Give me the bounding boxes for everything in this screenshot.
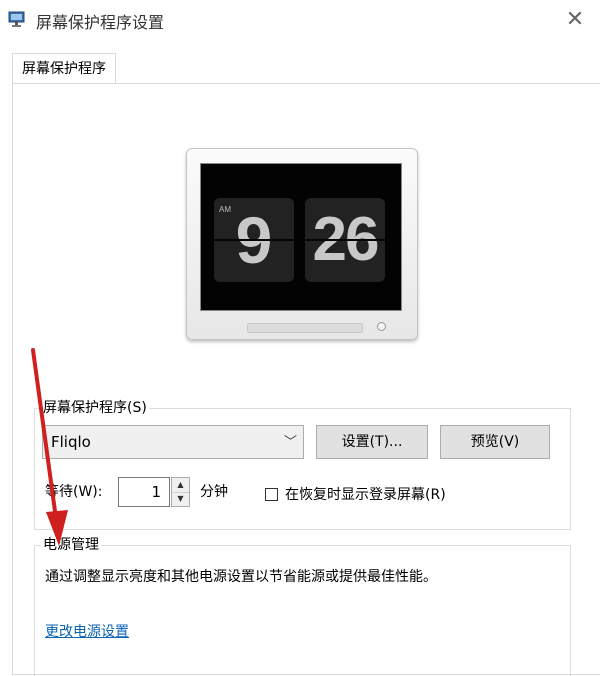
preview-button[interactable]: 预览(V)	[440, 425, 550, 459]
wait-label: 等待(W):	[45, 484, 103, 500]
title-bar: 屏幕保护程序设置 ✕	[0, 0, 600, 40]
monitor-preview: AM 9 26	[186, 148, 418, 340]
wait-spinner: ▲ ▼	[171, 477, 190, 507]
screensaver-group-label: 屏幕保护程序(S)	[41, 398, 149, 418]
spin-down-icon[interactable]: ▼	[172, 492, 189, 506]
power-group-label: 电源管理	[41, 535, 101, 555]
clock-hour-card: AM 9	[214, 198, 294, 282]
clock-hour: 9	[235, 203, 273, 277]
settings-button[interactable]: 设置(T)...	[316, 425, 428, 459]
power-led-icon	[377, 322, 386, 331]
screensaver-select[interactable]: Fliqlo ﹀	[42, 425, 304, 459]
change-power-settings-link[interactable]: 更改电源设置	[45, 622, 129, 642]
tab-screensaver[interactable]: 屏幕保护程序	[12, 53, 116, 85]
minutes-label: 分钟	[200, 484, 228, 500]
monitor-bezel-slot	[247, 323, 363, 333]
power-description: 通过调整显示亮度和其他电源设置以节省能源或提供最佳性能。	[45, 569, 437, 585]
close-icon: ✕	[565, 6, 585, 32]
display-settings-icon	[8, 11, 25, 27]
tab-strip: 屏幕保护程序	[0, 40, 600, 85]
preview-screen: AM 9 26	[200, 163, 402, 311]
clock-minute: 26	[312, 205, 380, 274]
resume-logon-checkbox[interactable]	[265, 488, 278, 501]
wait-minutes-input[interactable]: 1	[118, 477, 170, 507]
close-button[interactable]: ✕	[558, 2, 592, 36]
resume-logon-label[interactable]: 在恢复时显示登录屏幕(R)	[285, 485, 446, 505]
window-title: 屏幕保护程序设置	[36, 13, 165, 32]
screensaver-settings-dialog: 屏幕保护程序设置 ✕ 屏幕保护程序 AM 9 26 屏幕保护程序(S) Fliq…	[0, 0, 600, 676]
clock-minute-card: 26	[305, 198, 385, 282]
chevron-down-icon: ﹀	[283, 435, 297, 450]
ampm-label: AM	[219, 205, 231, 214]
power-management-group: 电源管理	[34, 535, 571, 676]
spin-up-icon[interactable]: ▲	[172, 478, 189, 493]
screensaver-select-value: Fliqlo	[51, 433, 91, 451]
